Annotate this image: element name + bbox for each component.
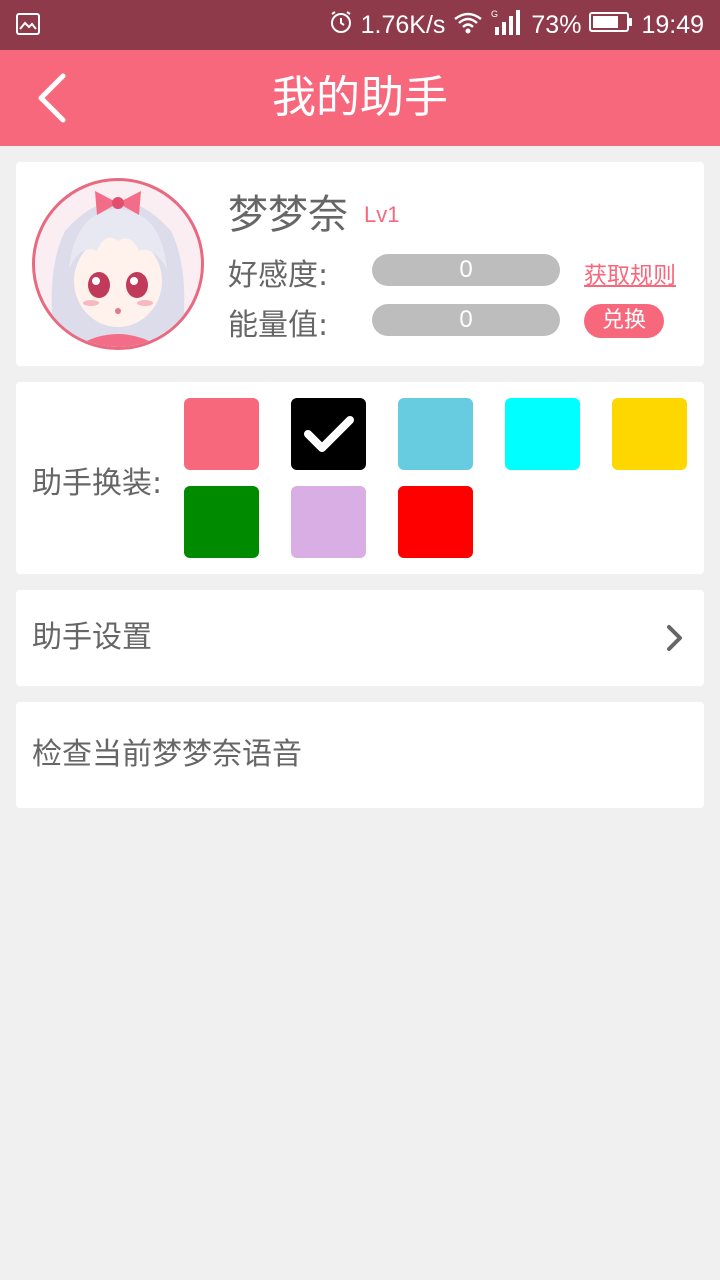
battery-icon xyxy=(589,11,633,40)
svg-text:G: G xyxy=(491,9,498,19)
favor-label: 好感度: xyxy=(228,258,329,293)
signal-icon: G xyxy=(491,9,523,42)
exchange-button[interactable]: 兑换 xyxy=(584,304,664,338)
gallery-icon xyxy=(16,13,40,35)
outfit-color-swatch[interactable] xyxy=(291,486,366,558)
status-bar: 1.76K/s G 73% 19:49 xyxy=(0,0,720,50)
app-bar: 我的助手 xyxy=(0,50,720,146)
page-title: 我的助手 xyxy=(272,72,448,123)
outfit-color-swatch[interactable] xyxy=(184,398,259,470)
battery-percent: 73% xyxy=(531,10,582,39)
voice-label: 检查当前梦梦奈语音 xyxy=(32,737,302,772)
check-voice-row[interactable]: 检查当前梦梦奈语音 xyxy=(16,702,704,808)
settings-label: 助手设置 xyxy=(32,620,152,655)
assistant-settings-row[interactable]: 助手设置 xyxy=(16,590,704,686)
check-icon xyxy=(304,416,354,452)
assistant-profile-card: 梦梦奈 Lv1 好感度: 0 获取规则 能量值: 0 兑换 xyxy=(16,162,704,366)
energy-label: 能量值: xyxy=(228,308,329,343)
assistant-name: 梦梦奈 xyxy=(228,192,348,238)
clock: 19:49 xyxy=(641,10,704,39)
rules-link[interactable]: 获取规则 xyxy=(584,256,676,290)
outfit-color-swatch[interactable] xyxy=(505,398,580,470)
outfit-color-swatch[interactable] xyxy=(398,398,473,470)
favor-bar: 0 xyxy=(372,254,560,286)
outfit-color-swatch[interactable] xyxy=(398,486,473,558)
back-button[interactable] xyxy=(22,68,82,128)
outfit-card: 助手换装: xyxy=(16,382,704,574)
outfit-color-swatch[interactable] xyxy=(184,486,259,558)
alarm-icon xyxy=(329,10,353,41)
outfit-color-swatch[interactable] xyxy=(612,398,687,470)
network-speed: 1.76K/s xyxy=(360,10,446,39)
chevron-right-icon xyxy=(667,625,682,651)
wifi-icon xyxy=(453,10,483,41)
avatar xyxy=(32,178,204,350)
energy-bar: 0 xyxy=(372,304,560,336)
level-badge: Lv1 xyxy=(364,202,400,227)
outfit-color-swatch[interactable] xyxy=(291,398,366,470)
chevron-left-icon xyxy=(38,73,66,123)
outfit-label: 助手换装: xyxy=(32,466,163,501)
